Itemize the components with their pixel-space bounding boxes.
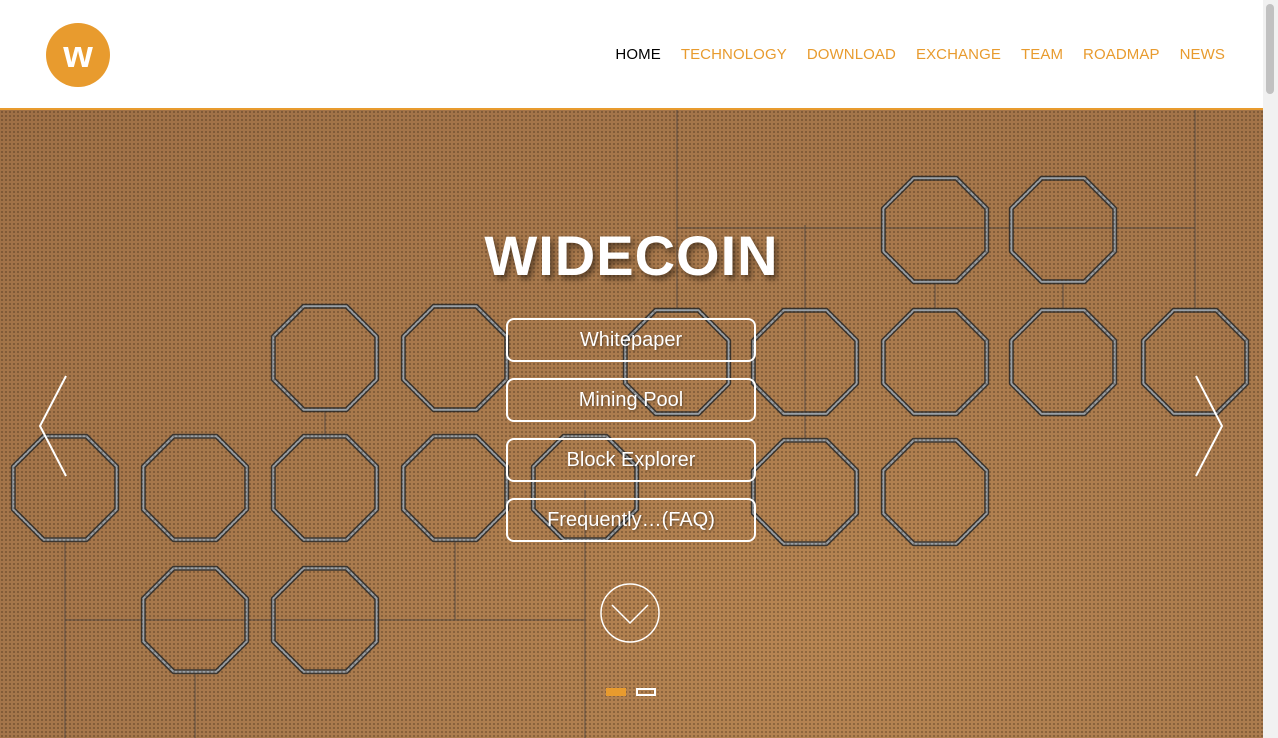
nav-team[interactable]: TEAM (1021, 46, 1063, 63)
nav-technology[interactable]: TECHNOLOGY (681, 46, 787, 63)
dot-overlay (0, 110, 1263, 738)
scroll-down-chevron-icon[interactable] (600, 583, 660, 643)
hero-title: WIDECOIN (484, 224, 779, 287)
block-explorer-button[interactable]: Block Explorer (506, 438, 756, 482)
hero-carousel: WIDECOIN Whitepaper Mining Pool Block Ex… (0, 110, 1263, 738)
nav-exchange[interactable]: EXCHANGE (916, 46, 1001, 63)
nav-home[interactable]: HOME (615, 46, 660, 63)
widecoin-logo[interactable]: w (46, 23, 110, 87)
carousel-next-arrow-icon[interactable] (1192, 374, 1226, 478)
carousel-indicator-2[interactable] (636, 688, 656, 696)
main-nav: HOME TECHNOLOGY DOWNLOAD EXCHANGE TEAM R… (615, 46, 1225, 63)
carousel-indicator-1[interactable] (606, 688, 626, 696)
carousel-prev-arrow-icon[interactable] (36, 374, 70, 478)
nav-news[interactable]: NEWS (1180, 46, 1225, 63)
scrollbar-thumb[interactable] (1266, 4, 1274, 94)
faq-button[interactable]: Frequently…(FAQ) (506, 498, 756, 542)
mining-pool-button[interactable]: Mining Pool (506, 378, 756, 422)
whitepaper-button[interactable]: Whitepaper (506, 318, 756, 362)
site-header: w HOME TECHNOLOGY DOWNLOAD EXCHANGE TEAM… (0, 0, 1263, 110)
page-scrollbar[interactable] (1263, 0, 1278, 738)
nav-roadmap[interactable]: ROADMAP (1083, 46, 1160, 63)
nav-download[interactable]: DOWNLOAD (807, 46, 896, 63)
logo-letter: w (63, 34, 93, 76)
